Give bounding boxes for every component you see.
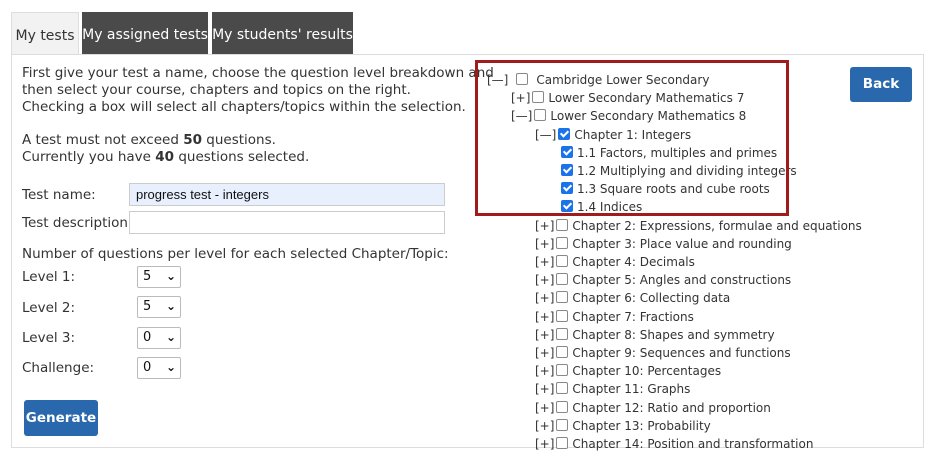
- tree-toggle[interactable]: [+]: [535, 363, 554, 379]
- tree-item[interactable]: [+] Chapter 8: Shapes and symmetry: [535, 327, 775, 343]
- tree-item[interactable]: [+] Chapter 12: Ratio and proportion: [535, 400, 771, 416]
- test-name-label: Test name:: [22, 187, 96, 203]
- level-1-select[interactable]: 5 ⌄: [137, 266, 181, 288]
- tree-checkbox[interactable]: [556, 273, 569, 286]
- chevron-down-icon: ⌄: [165, 299, 176, 313]
- tree-item-label: Chapter 4: Decimals: [572, 255, 695, 269]
- tree-toggle[interactable]: [+]: [535, 436, 554, 452]
- tree-item[interactable]: [+] Chapter 7: Fractions: [535, 309, 694, 325]
- tree-item[interactable]: [+] Chapter 2: Expressions, formulae and …: [535, 218, 862, 234]
- tree-item-label: Chapter 13: Probability: [572, 418, 711, 433]
- tab-my-tests[interactable]: My tests: [11, 12, 79, 54]
- tab-my-students-results[interactable]: My students' results: [212, 12, 353, 54]
- tree-item[interactable]: [+] Chapter 11: Graphs: [535, 381, 690, 397]
- level-1-label: Level 1:: [22, 269, 76, 285]
- highlight-box: [475, 60, 789, 216]
- tree-item-label: Chapter 12: Ratio and proportion: [572, 400, 771, 415]
- tree-toggle[interactable]: [+]: [535, 400, 554, 416]
- tree-item-label: Chapter 8: Shapes and symmetry: [572, 327, 775, 342]
- tree-toggle[interactable]: [+]: [535, 381, 554, 397]
- level-2-label: Level 2:: [22, 300, 76, 316]
- tree-toggle[interactable]: [+]: [535, 236, 554, 252]
- tree-checkbox[interactable]: [556, 364, 569, 377]
- instructions-line: Checking a box will select all chapters/…: [22, 99, 466, 115]
- tree-toggle[interactable]: [+]: [535, 345, 554, 361]
- question-limit: A test must not exceed 50 questions.: [22, 132, 276, 148]
- back-button[interactable]: Back: [850, 67, 912, 102]
- tree-item[interactable]: [+] Chapter 6: Collecting data: [535, 290, 730, 306]
- chevron-down-icon: ⌄: [165, 330, 176, 344]
- tree-item-label: Chapter 10: Percentages: [572, 364, 722, 379]
- chevron-down-icon: ⌄: [165, 360, 176, 374]
- chevron-down-icon: ⌄: [165, 269, 176, 283]
- tree-item[interactable]: [+] Chapter 9: Sequences and functions: [535, 345, 791, 361]
- tree-item[interactable]: [+] Chapter 3: Place value and rounding: [535, 236, 792, 252]
- tree-item-label: Chapter 5: Angles and constructions: [572, 273, 792, 288]
- tree-checkbox[interactable]: [556, 291, 569, 304]
- tree-toggle[interactable]: [+]: [535, 272, 554, 288]
- tree-checkbox[interactable]: [556, 418, 569, 431]
- levels-heading: Number of questions per level for each s…: [22, 246, 449, 262]
- tree-toggle[interactable]: [+]: [535, 218, 554, 234]
- tree-checkbox[interactable]: [556, 327, 569, 340]
- level-3-select[interactable]: 0 ⌄: [137, 327, 181, 349]
- test-name-input[interactable]: [129, 183, 445, 206]
- level-3-label: Level 3:: [22, 330, 76, 346]
- tree-item-label: Chapter 7: Fractions: [572, 309, 694, 324]
- tree-toggle[interactable]: [+]: [535, 290, 554, 306]
- tab-my-assigned-tests[interactable]: My assigned tests: [82, 12, 208, 54]
- tree-checkbox[interactable]: [556, 236, 569, 249]
- tree-toggle[interactable]: [+]: [535, 309, 554, 325]
- question-count: Currently you have 40 questions selected…: [22, 149, 310, 165]
- tree-checkbox[interactable]: [556, 218, 569, 231]
- tree-checkbox[interactable]: [556, 382, 569, 395]
- instructions-line: First give your test a name, choose the …: [22, 65, 494, 81]
- test-description-input[interactable]: [129, 211, 445, 234]
- tree-checkbox[interactable]: [556, 400, 569, 413]
- tree-item[interactable]: [+] Chapter 10: Percentages: [535, 363, 721, 379]
- instructions: First give your test a name, choose the …: [22, 65, 494, 166]
- instructions-line: then select your course, chapters and to…: [22, 82, 411, 98]
- tree-item[interactable]: [+] Chapter 13: Probability: [535, 418, 711, 434]
- challenge-select[interactable]: 0 ⌄: [137, 357, 181, 379]
- tree-checkbox[interactable]: [556, 346, 569, 358]
- tree-item-label: Chapter 9: Sequences and functions: [572, 346, 791, 360]
- tree-checkbox[interactable]: [556, 437, 569, 449]
- tree-item-label: Chapter 11: Graphs: [572, 382, 691, 397]
- tree-item-label: Chapter 3: Place value and rounding: [572, 236, 792, 251]
- tree-item[interactable]: [+] Chapter 14: Position and transformati…: [535, 436, 813, 452]
- tree-item-label: Chapter 2: Expressions, formulae and equ…: [572, 218, 862, 233]
- tree-toggle[interactable]: [+]: [535, 327, 554, 343]
- tree-item-label: Chapter 6: Collecting data: [572, 291, 731, 306]
- challenge-label: Challenge:: [22, 360, 95, 376]
- tree-checkbox[interactable]: [556, 255, 569, 267]
- tree-item-label: Chapter 14: Position and transformation: [572, 437, 814, 451]
- test-description-label: Test description:: [22, 215, 133, 231]
- tree-toggle[interactable]: [+]: [535, 418, 554, 434]
- tree-toggle[interactable]: [+]: [535, 254, 554, 270]
- tree-item[interactable]: [+] Chapter 5: Angles and constructions: [535, 272, 791, 288]
- level-2-select[interactable]: 5 ⌄: [137, 296, 181, 318]
- generate-button[interactable]: Generate: [24, 400, 98, 436]
- tree-checkbox[interactable]: [556, 309, 569, 322]
- tree-item[interactable]: [+] Chapter 4: Decimals: [535, 254, 695, 270]
